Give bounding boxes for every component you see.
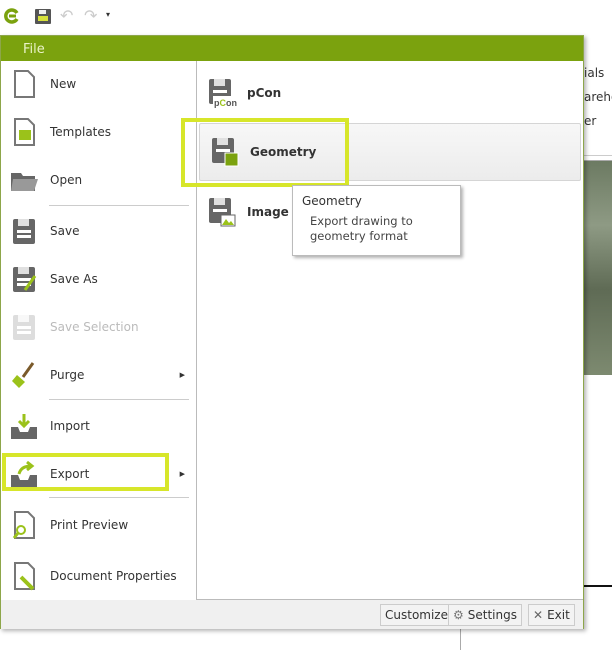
save-icon[interactable] bbox=[35, 9, 51, 24]
exit-button[interactable]: ✕ Exit bbox=[528, 604, 575, 626]
tooltip: Geometry Export drawing to geometry forma… bbox=[292, 185, 461, 256]
divider bbox=[584, 155, 612, 156]
menu-item-label: Document Properties bbox=[50, 569, 177, 583]
menu-item-label: Save As bbox=[50, 272, 98, 286]
menu-item-import[interactable]: Import bbox=[1, 404, 195, 448]
menu-item-open[interactable]: Open bbox=[1, 158, 195, 202]
gear-icon: ⚙ bbox=[453, 608, 464, 622]
tooltip-text: geometry format bbox=[310, 229, 408, 243]
menu-item-new[interactable]: New bbox=[1, 62, 195, 106]
save-selection-icon bbox=[13, 315, 35, 340]
submenu-arrow-icon: ▶ bbox=[179, 371, 185, 379]
export-item-label: pCon bbox=[247, 86, 282, 100]
customize-dropdown-icon[interactable]: ▾ bbox=[106, 10, 110, 19]
separator bbox=[49, 399, 189, 400]
menu-item-label: Print Preview bbox=[50, 518, 129, 532]
geometry-highlight bbox=[181, 118, 349, 187]
document-properties-icon bbox=[14, 562, 35, 591]
menu-item-templates[interactable]: Templates bbox=[1, 110, 195, 154]
menu-item-save-selection: Save Selection bbox=[1, 305, 195, 349]
menu-item-document-properties[interactable]: Document Properties bbox=[1, 554, 195, 598]
folder-open-icon bbox=[11, 173, 38, 191]
menu-item-label: Save bbox=[50, 224, 80, 238]
broom-icon bbox=[12, 362, 35, 388]
save-as-icon bbox=[13, 267, 37, 292]
print-preview-icon bbox=[12, 511, 35, 539]
separator bbox=[49, 205, 189, 206]
submenu-arrow-icon: ▶ bbox=[179, 470, 185, 478]
pcon-export-icon: pCon bbox=[209, 79, 237, 108]
export-pcon[interactable]: pCon pCon bbox=[197, 64, 583, 122]
svg-text:pCon: pCon bbox=[214, 98, 237, 108]
redo-icon[interactable]: ↷ bbox=[84, 6, 97, 25]
menu-item-print-preview[interactable]: Print Preview bbox=[1, 503, 195, 547]
templates-icon bbox=[14, 118, 35, 146]
menu-item-label: Purge bbox=[50, 368, 85, 382]
save-icon bbox=[13, 219, 35, 244]
menu-item-purge[interactable]: Purge ▶ bbox=[1, 353, 195, 397]
menu-footer: Customize ⚙ Settings ✕ Exit bbox=[1, 600, 583, 629]
exit-label: Exit bbox=[547, 608, 570, 622]
background-text: er bbox=[584, 114, 597, 128]
background-text: areho bbox=[584, 90, 612, 104]
menu-item-label: New bbox=[50, 77, 77, 91]
menu-item-label: Templates bbox=[50, 125, 112, 139]
menu-item-label: Import bbox=[50, 419, 90, 433]
separator bbox=[49, 497, 189, 498]
background-text: ials bbox=[584, 66, 605, 80]
drawing-line bbox=[584, 585, 612, 587]
settings-label: Settings bbox=[467, 608, 517, 622]
menu-item-save-as[interactable]: Save As bbox=[1, 257, 195, 301]
quick-access-toolbar: ↶ ↷ ▾ bbox=[0, 0, 612, 34]
tooltip-text: Export drawing to bbox=[310, 214, 413, 228]
divider bbox=[460, 629, 461, 650]
image-export-icon bbox=[209, 198, 236, 227]
settings-button[interactable]: ⚙ Settings bbox=[448, 604, 522, 626]
import-icon bbox=[11, 414, 37, 439]
app-logo-icon[interactable] bbox=[4, 8, 20, 24]
map-preview bbox=[584, 160, 612, 375]
export-item-label: Image bbox=[247, 205, 289, 219]
export-highlight bbox=[2, 453, 169, 491]
customize-button[interactable]: Customize bbox=[380, 604, 453, 626]
close-icon: ✕ bbox=[533, 608, 544, 622]
menu-item-save[interactable]: Save bbox=[1, 209, 195, 253]
tooltip-title: Geometry bbox=[302, 194, 362, 208]
customize-label: Customize bbox=[385, 608, 448, 622]
menu-item-label: Save Selection bbox=[50, 320, 139, 334]
menu-item-label: Open bbox=[50, 173, 83, 187]
undo-icon[interactable]: ↶ bbox=[60, 6, 73, 25]
file-tab[interactable]: File bbox=[1, 36, 583, 61]
new-document-icon bbox=[14, 70, 35, 98]
